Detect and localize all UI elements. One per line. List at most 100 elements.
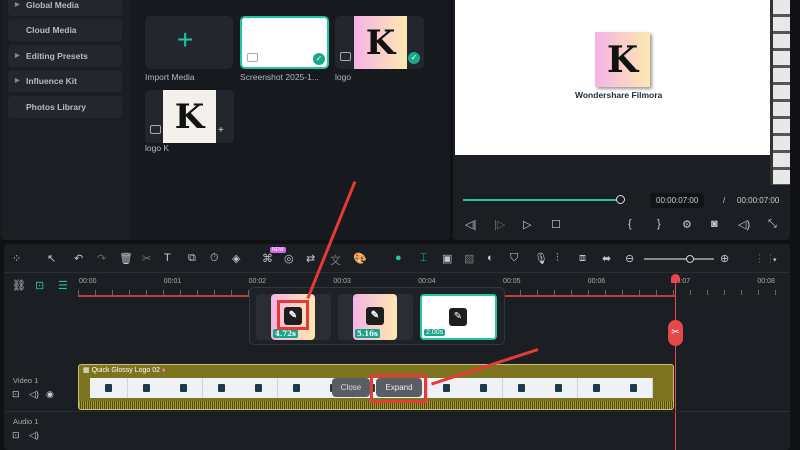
playhead-split-button[interactable]: ✂ — [668, 320, 683, 346]
clip-frame — [127, 378, 166, 398]
clip-thumbnail-3[interactable]: ✎ 2.00s — [420, 294, 497, 340]
check-icon: ✓ — [313, 53, 325, 65]
sidebar-item-influence-kit[interactable]: ▶ Influence Kit — [8, 70, 122, 92]
stop-icon[interactable]: ☐ — [551, 218, 561, 231]
playback-progress-handle[interactable] — [616, 195, 625, 204]
ai-icon[interactable]: ⌘ — [262, 252, 273, 265]
previous-frame-icon[interactable]: ◁| — [465, 218, 476, 231]
expand-icon: ▶ — [15, 2, 20, 8]
clip-thumbnail-2[interactable]: ✎ 5.16s — [353, 294, 397, 340]
mark-in-icon[interactable]: { — [628, 218, 632, 230]
zoom-slider-handle[interactable] — [686, 255, 694, 263]
image-edit-icon[interactable]: ▨ — [464, 252, 474, 265]
eye-icon[interactable]: ◉ — [46, 389, 54, 400]
motion-icon[interactable]: ◐ — [487, 252, 494, 264]
undo-icon[interactable]: ↶ — [74, 252, 83, 265]
replace-icon[interactable]: ⇄ — [306, 252, 315, 265]
add-icon[interactable]: + — [218, 125, 224, 136]
premium-gem-icon: ♦ — [160, 367, 166, 374]
mixer-icon[interactable]: ⫶ — [556, 252, 559, 265]
sidebar-item-cloud-media[interactable]: Cloud Media — [8, 19, 122, 41]
keyframe-icon[interactable]: ◈ — [232, 252, 240, 265]
zoom-out-icon[interactable]: ⊖ — [625, 252, 634, 265]
ruler-label: 00:05 — [503, 278, 521, 285]
import-media-button[interactable]: + — [145, 16, 233, 69]
total-time: 00:00:07:00 — [737, 196, 780, 205]
zoom-in-icon[interactable]: ⊕ — [720, 252, 729, 265]
speed-icon[interactable]: ⏱ — [210, 252, 219, 265]
clip-header: ▦ Quick Glossy Logo 02 ♦ — [83, 366, 166, 374]
image-icon — [340, 52, 351, 61]
redo-icon[interactable]: ↷ — [97, 252, 106, 265]
crop-icon[interactable]: ⧉ — [188, 252, 196, 265]
media-item-screenshot[interactable]: ✓ — [240, 16, 329, 69]
cut-icon[interactable]: ✂ — [142, 252, 151, 265]
delete-icon[interactable]: 🗑 — [119, 252, 133, 265]
media-label: Screenshot 2025-1... — [240, 72, 319, 82]
frame-logo-icon — [442, 384, 450, 392]
media-item-logo-k[interactable]: K + — [145, 90, 234, 143]
dropdown-icon[interactable]: ▾ — [773, 256, 777, 264]
next-frame-icon[interactable]: |▷ — [494, 218, 505, 231]
sticker-icon[interactable]: ▣ — [442, 252, 452, 265]
snap-icon[interactable]: ⊡ — [35, 279, 44, 292]
preview-logo: K — [595, 32, 650, 87]
translate-icon[interactable]: 文 — [330, 252, 341, 268]
pip-icon[interactable]: ⧈ — [579, 252, 586, 265]
zoom-slider[interactable] — [644, 255, 714, 263]
ruler-label: 00:03 — [333, 278, 351, 285]
sidebar-item-editing-presets[interactable]: ▶ Editing Presets — [8, 45, 122, 67]
link-icon[interactable]: ⛓ — [12, 279, 26, 292]
ruler-label: 00:06 — [587, 278, 606, 285]
track-divider — [4, 411, 790, 412]
duration-badge: 5.16s — [355, 329, 380, 338]
playback-progress-track[interactable] — [463, 199, 620, 201]
snapshot-icon[interactable]: ◙ — [711, 218, 718, 230]
frame-logo-icon — [630, 384, 637, 392]
palette-icon[interactable]: 🎨 — [353, 252, 367, 265]
sidebar-item-photos-library[interactable]: Photos Library — [8, 96, 122, 118]
mark-out-icon[interactable]: } — [657, 218, 661, 230]
play-icon[interactable]: ▷ — [523, 218, 531, 231]
ai-audio-icon[interactable]: ◎ — [284, 252, 294, 265]
track-icon[interactable]: ☰ — [58, 279, 68, 292]
lock-icon[interactable]: ⊡ — [12, 430, 20, 441]
playhead-handle[interactable] — [671, 274, 680, 283]
filmstrip-decoration — [770, 0, 790, 185]
edit-icon[interactable]: ✎ — [366, 307, 384, 325]
edit-icon[interactable]: ✎ — [449, 308, 467, 326]
layout-icon[interactable]: ⁘ — [12, 252, 21, 265]
clip-frame — [540, 378, 578, 398]
shield-icon[interactable]: ⛉ — [510, 252, 518, 265]
mute-icon[interactable]: ◁) — [29, 389, 39, 400]
image-icon — [247, 53, 258, 62]
frame-logo-icon — [180, 384, 187, 392]
fullscreen-icon[interactable]: ⤡ — [768, 218, 777, 231]
text-icon[interactable]: T — [164, 252, 171, 264]
record-icon[interactable]: ● — [395, 252, 402, 264]
mute-icon[interactable]: ◁) — [29, 430, 39, 441]
clip-frame — [465, 378, 503, 398]
ruler-label: 00:01 — [163, 278, 182, 285]
microphone-icon[interactable]: 🎙 — [534, 252, 548, 265]
playhead-line[interactable] — [675, 278, 676, 450]
media-label: logo — [335, 72, 352, 82]
settings-icon[interactable]: ⚙ — [682, 218, 692, 231]
select-tool-icon[interactable]: ↖ — [47, 252, 56, 265]
frame-logo-icon — [517, 384, 525, 392]
clip-frame — [502, 378, 541, 398]
split-icon[interactable]: ⌶ — [420, 252, 427, 265]
frame-logo-icon — [480, 384, 487, 392]
annotation-box — [370, 374, 427, 403]
media-item-logo[interactable]: K ✓ — [335, 16, 424, 69]
ruler-label: 00:02 — [248, 278, 267, 285]
duration-badge: 4.72s — [273, 329, 298, 338]
volume-icon[interactable]: ◁) — [738, 218, 750, 231]
sidebar-item-global-media[interactable]: ▶ Global Media — [8, 0, 122, 16]
lock-icon[interactable]: ⊡ — [12, 389, 20, 400]
fit-icon[interactable]: ⬌ — [602, 252, 611, 265]
logo-thumbnail: K — [163, 90, 216, 143]
duration-badge: 2.00s — [424, 329, 446, 336]
expand-icon: ▶ — [15, 53, 20, 59]
close-button[interactable]: Close — [332, 378, 370, 397]
